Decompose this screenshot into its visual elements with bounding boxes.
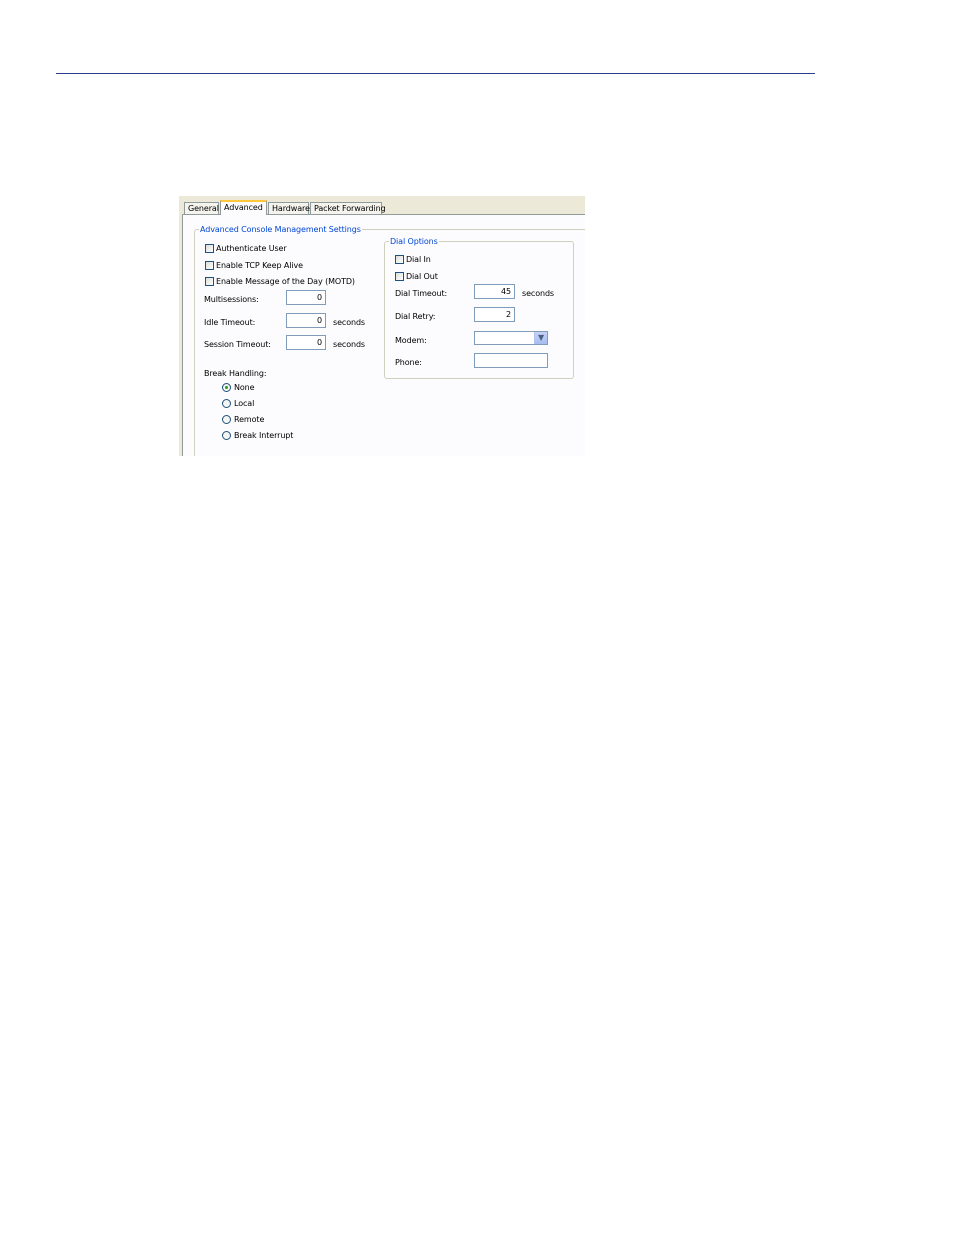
phone-input[interactable] — [474, 353, 548, 368]
advanced-tab-panel: Advanced Console Management Settings Aut… — [182, 214, 585, 456]
authenticate-user-checkbox[interactable] — [205, 244, 214, 253]
idle-timeout-label: Idle Timeout: — [204, 318, 256, 327]
break-none-label: None — [234, 383, 255, 392]
idle-timeout-unit: seconds — [333, 318, 365, 327]
dial-out-checkbox[interactable] — [395, 272, 404, 281]
break-interrupt-label: Break Interrupt — [234, 431, 294, 440]
dial-in-label: Dial In — [406, 255, 431, 264]
console-settings-legend: Advanced Console Management Settings — [200, 225, 361, 234]
dial-in-checkbox[interactable] — [395, 255, 404, 264]
tcp-keep-alive-checkbox[interactable] — [205, 261, 214, 270]
break-local-label: Local — [234, 399, 255, 408]
break-remote-label: Remote — [234, 415, 265, 424]
dial-timeout-input[interactable]: 45 — [474, 284, 515, 299]
idle-timeout-input[interactable]: 0 — [286, 313, 326, 328]
dial-retry-input[interactable]: 2 — [474, 307, 515, 322]
session-timeout-label: Session Timeout: — [204, 340, 271, 349]
session-timeout-unit: seconds — [333, 340, 365, 349]
break-local-radio[interactable] — [222, 399, 231, 408]
dial-retry-label: Dial Retry: — [395, 312, 436, 321]
port-properties-dialog: General Advanced Hardware Packet Forward… — [179, 196, 585, 456]
tcp-keep-alive-label: Enable TCP Keep Alive — [216, 261, 303, 270]
tab-advanced[interactable]: Advanced — [220, 200, 267, 215]
multisessions-input[interactable]: 0 — [286, 290, 326, 305]
motd-label: Enable Message of the Day (MOTD) — [216, 277, 355, 286]
modem-select[interactable]: ▼ — [474, 331, 548, 345]
multisessions-label: Multisessions: — [204, 295, 259, 304]
authenticate-user-label: Authenticate User — [216, 244, 287, 253]
tab-general[interactable]: General — [184, 202, 219, 214]
tab-hardware[interactable]: Hardware — [268, 202, 310, 214]
header-rule — [56, 73, 815, 74]
motd-checkbox[interactable] — [205, 277, 214, 286]
session-timeout-input[interactable]: 0 — [286, 335, 326, 350]
dial-timeout-label: Dial Timeout: — [395, 289, 448, 298]
dial-timeout-unit: seconds — [522, 289, 554, 298]
dial-out-label: Dial Out — [406, 272, 438, 281]
break-handling-label: Break Handling: — [204, 369, 267, 378]
break-none-radio[interactable] — [222, 383, 231, 392]
tab-packet-forwarding[interactable]: Packet Forwarding — [310, 202, 386, 214]
phone-label: Phone: — [395, 358, 422, 367]
chevron-down-icon[interactable]: ▼ — [534, 332, 547, 344]
dial-options-legend: Dial Options — [390, 237, 438, 246]
modem-label: Modem: — [395, 336, 427, 345]
break-interrupt-radio[interactable] — [222, 431, 231, 440]
break-remote-radio[interactable] — [222, 415, 231, 424]
